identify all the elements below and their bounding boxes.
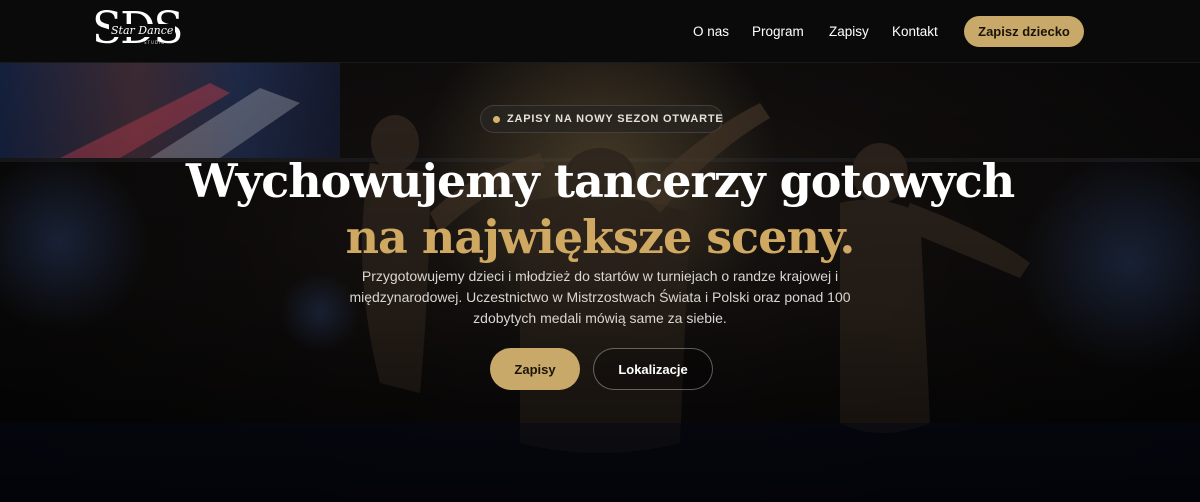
badge-text: ZAPISY NA NOWY SEZON OTWARTE [507,113,724,125]
nav-link-zapisy[interactable]: Zapisy [829,24,869,39]
hero-section: ZAPISY NA NOWY SEZON OTWARTE Wychowujemy… [0,63,1200,502]
headline-line-2: na największe sceny. [345,210,856,264]
hero-description: Przygotowujemy dzieci i młodzież do star… [349,268,851,326]
hero-headline: Wychowujemy tancerzy gotowych na najwięk… [0,153,1200,265]
locations-button[interactable]: Lokalizacje [593,348,713,390]
logo-script-text: Star Dance [109,24,176,37]
nav-link-program[interactable]: Program [752,24,804,39]
enroll-child-button[interactable]: Zapisz dziecko [964,16,1084,47]
badge-dot-icon [493,116,500,123]
signup-button[interactable]: Zapisy [490,348,580,390]
sds-logo[interactable]: SDS Star Dance STUDIO [92,4,184,54]
logo-small-text: STUDIO [144,40,166,45]
site-header: SDS Star Dance STUDIO O nas Program Zapi… [0,0,1200,63]
nav-link-kontakt[interactable]: Kontakt [892,24,938,39]
enrollment-open-badge: ZAPISY NA NOWY SEZON OTWARTE [480,105,723,133]
headline-line-1: Wychowujemy tancerzy gotowych [185,154,1015,208]
nav-link-o-nas[interactable]: O nas [693,24,729,39]
